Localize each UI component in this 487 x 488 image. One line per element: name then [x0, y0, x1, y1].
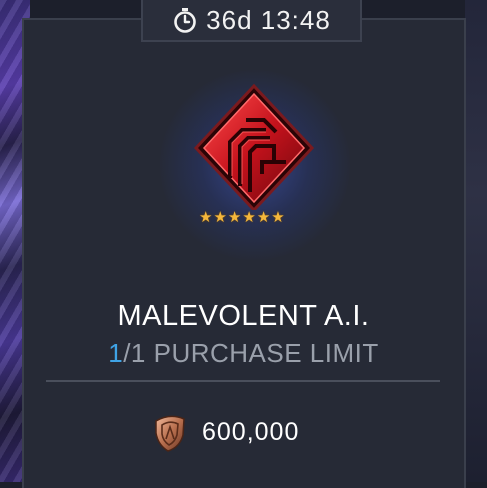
star-icon: ★: [256, 208, 271, 226]
bronze-shield-currency-icon: [155, 415, 185, 452]
malevolent-ai-crystal-icon: [193, 83, 315, 210]
price-amount: 600,000: [202, 417, 300, 446]
star-icon: ★: [213, 208, 227, 226]
price-button[interactable]: 600,000: [150, 410, 299, 454]
star-rating: ★ ★ ★ ★ ★ ★: [199, 208, 285, 226]
stopwatch-icon: [174, 8, 196, 33]
countdown-timer: 36d 13:48: [141, 0, 362, 42]
star-icon: ★: [199, 208, 213, 226]
purchase-limit-text: /1 PURCHASE LIMIT: [123, 338, 379, 368]
purchase-limit-current: 1: [108, 338, 124, 368]
item-title: MALEVOLENT A.I.: [117, 300, 370, 332]
background-art-right: [465, 0, 487, 482]
timer-text: 36d 13:48: [206, 4, 331, 35]
purchase-limit: 1/1 PURCHASE LIMIT: [0, 338, 487, 369]
star-icon: ★: [242, 208, 256, 226]
star-icon: ★: [227, 208, 242, 226]
star-icon: ★: [271, 208, 285, 226]
divider: [46, 380, 440, 382]
